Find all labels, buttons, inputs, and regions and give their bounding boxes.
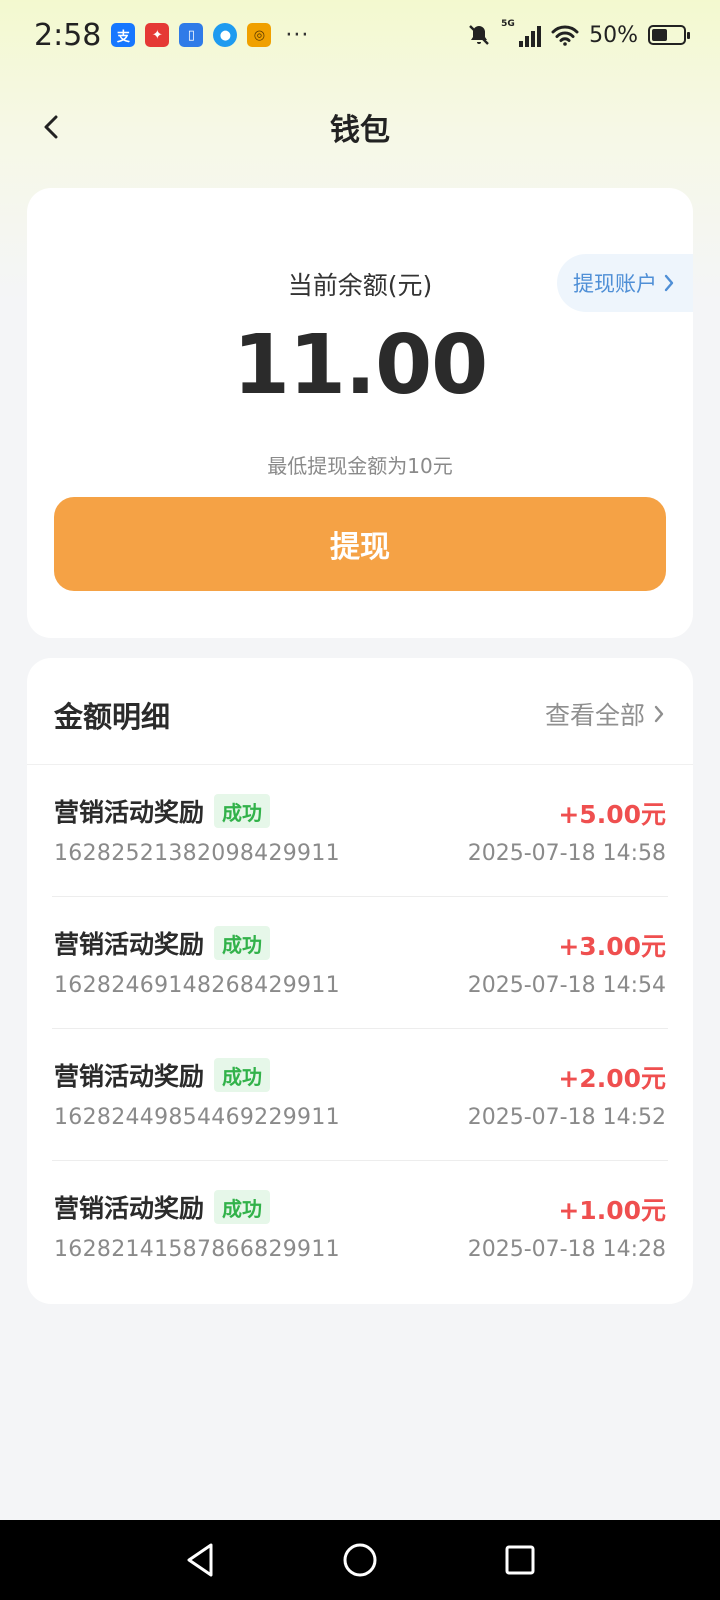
balance-card: 当前余额(元) 提现账户 11.00 最低提现金额为10元 提现	[27, 188, 693, 638]
record-amount: +2.00元	[558, 1064, 666, 1093]
record-amount: +3.00元	[558, 932, 666, 961]
record-row[interactable]: 营销活动奖励 成功 1628252138209842991​1 +5.00元 2…	[52, 765, 668, 897]
nav-back-button[interactable]	[178, 1538, 222, 1582]
record-title: 营销活动奖励	[54, 1194, 205, 1223]
status-badge: 成功	[214, 1190, 271, 1224]
record-title-row: 营销活动奖励 成功	[54, 1057, 271, 1093]
chevron-right-icon	[654, 705, 664, 723]
withdraw-account-label: 提现账户	[573, 272, 657, 296]
details-header: 金额明细 查看全部	[27, 658, 693, 765]
status-badge: 成功	[214, 926, 271, 960]
battery-fill	[652, 29, 667, 41]
message-icon: ●	[213, 23, 238, 47]
circle-home-icon	[343, 1543, 377, 1577]
more-notifications-icon: ···	[285, 22, 310, 48]
notification-icons: 支 ✦ ▯ ● ◎ ···	[111, 23, 309, 48]
chevron-left-icon	[44, 115, 58, 139]
view-all-label: 查看全部	[544, 701, 645, 730]
withdraw-button[interactable]: 提现	[54, 497, 666, 591]
records-list: 营销活动奖励 成功 1628252138209842991​1 +5.00元 2…	[27, 765, 693, 1293]
record-title: 营销活动奖励	[54, 1062, 205, 1091]
record-row[interactable]: 营销活动奖励 成功 16282141587866829911 +1.00元 20…	[52, 1161, 668, 1293]
record-time: 2025-07-18 14:52	[467, 1105, 666, 1130]
status-badge: 成功	[214, 794, 271, 828]
wallet-page: 2:58 支 ✦ ▯ ● ◎ ··· 5G 50% 钱包 当前余额(元) 提现账…	[0, 0, 720, 1600]
withdraw-account-button[interactable]: 提现账户	[557, 254, 693, 312]
details-card: 金额明细 查看全部 营销活动奖励 成功 1628252138209842991​…	[27, 658, 693, 1304]
record-title: 营销活动奖励	[54, 798, 205, 827]
record-title-row: 营销活动奖励 成功	[54, 1189, 271, 1225]
square-recents-icon	[505, 1545, 535, 1575]
record-amount: +5.00元	[558, 800, 666, 829]
battery-icon	[648, 25, 690, 45]
music-icon: ◎	[247, 23, 272, 47]
record-row[interactable]: 营销活动奖励 成功 16282469148268429911 +3.00元 20…	[52, 897, 668, 1029]
signal-icon: 5G	[501, 19, 542, 47]
record-id: 1628252138209842991​1	[54, 841, 340, 866]
record-row[interactable]: 营销活动奖励 成功 16282449854469229911 +2.00元 20…	[52, 1029, 668, 1161]
network-type-label: 5G	[501, 19, 515, 29]
wifi-icon	[551, 25, 579, 46]
alipay-icon: 支	[111, 23, 136, 47]
status-badge: 成功	[214, 1058, 271, 1092]
balance-amount: 11.00	[232, 318, 488, 413]
nav-recents-button[interactable]	[498, 1538, 542, 1582]
system-nav-bar	[0, 1520, 720, 1600]
page-title: 钱包	[330, 113, 390, 148]
status-bar: 2:58 支 ✦ ▯ ● ◎ ··· 5G 50%	[0, 0, 720, 70]
details-title: 金额明细	[54, 700, 171, 734]
mute-icon	[469, 25, 489, 45]
record-id: 16282141587866829911	[54, 1237, 340, 1262]
back-button[interactable]	[26, 102, 76, 152]
status-time: 2:58	[34, 17, 102, 53]
record-title: 营销活动奖励	[54, 930, 205, 959]
record-id: 16282469148268429911	[54, 973, 340, 998]
app-blue-icon: ▯	[179, 23, 204, 47]
record-time: 2025-07-18 14:28	[467, 1237, 666, 1262]
min-withdraw-note: 最低提现金额为10元	[267, 454, 453, 478]
header: 钱包	[0, 90, 720, 164]
view-all-button[interactable]: 查看全部	[545, 696, 665, 732]
chevron-right-icon	[664, 274, 674, 292]
record-amount: +1.00元	[558, 1196, 666, 1225]
status-right: 5G 50%	[467, 19, 690, 48]
record-title-row: 营销活动奖励 成功	[54, 925, 271, 961]
nav-home-button[interactable]	[338, 1538, 382, 1582]
record-id: 16282449854469229911	[54, 1105, 340, 1130]
triangle-back-icon	[187, 1543, 213, 1577]
record-time: 2025-07-18 14:58	[467, 841, 666, 866]
battery-percent: 50%	[589, 22, 638, 48]
record-title-row: 营销活动奖励 成功	[54, 793, 271, 829]
app-red-icon: ✦	[145, 23, 170, 47]
record-time: 2025-07-18 14:54	[467, 973, 666, 998]
